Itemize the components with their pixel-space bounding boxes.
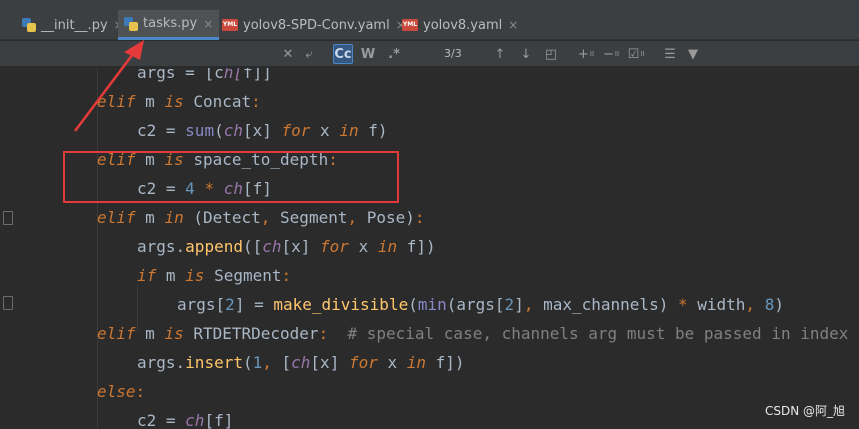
arrow-head [124,40,144,60]
watermark: CSDN @阿_旭 [764,404,845,418]
annotation-arrow [74,40,144,132]
arrow-shaft [74,53,134,132]
